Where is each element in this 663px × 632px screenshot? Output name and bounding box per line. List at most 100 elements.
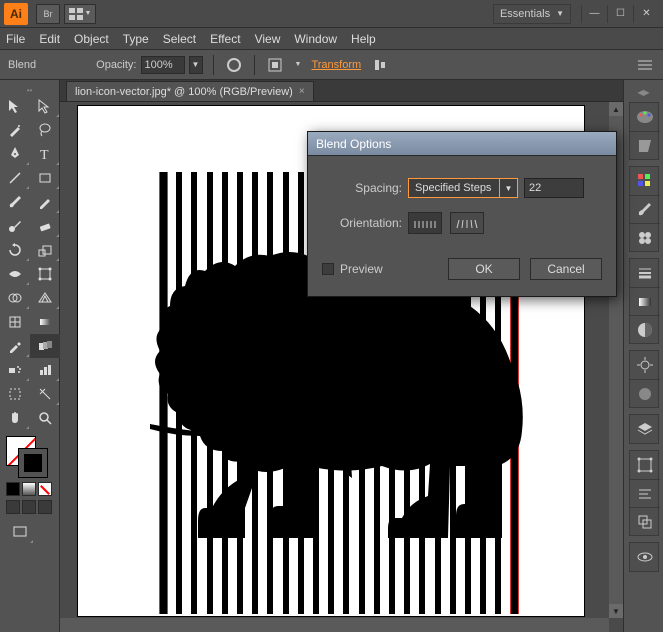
appearance-panel-button[interactable] [630, 351, 660, 379]
pen-tool[interactable] [0, 142, 30, 166]
hand-tool[interactable] [0, 406, 30, 430]
menu-view[interactable]: View [255, 32, 281, 46]
document-tab[interactable]: lion-icon-vector.jpg* @ 100% (RGB/Previe… [66, 81, 314, 101]
scale-tool[interactable] [30, 238, 60, 262]
preview-checkbox[interactable] [322, 263, 334, 275]
shape-builder-tool[interactable] [0, 286, 30, 310]
panel-dock: ◀▶ [623, 80, 663, 632]
draw-inside-button[interactable] [38, 500, 52, 514]
chevron-down-icon: ▼ [499, 179, 517, 197]
gradient-mode-button[interactable] [22, 482, 36, 496]
menu-effect[interactable]: Effect [210, 32, 240, 46]
isolate-button[interactable] [265, 55, 285, 75]
direct-selection-tool[interactable] [30, 94, 60, 118]
close-button[interactable]: ✕ [633, 5, 659, 23]
blend-tool[interactable] [30, 334, 60, 358]
symbols-panel-button[interactable] [630, 223, 660, 251]
pencil-tool[interactable] [30, 190, 60, 214]
align-button[interactable] [371, 55, 391, 75]
lasso-tool[interactable] [30, 118, 60, 142]
opacity-label: Opacity: [96, 59, 136, 71]
zoom-tool[interactable] [30, 406, 60, 430]
menu-help[interactable]: Help [351, 32, 376, 46]
toolbox: •• T [0, 80, 60, 632]
eraser-tool[interactable] [30, 214, 60, 238]
blob-brush-tool[interactable] [0, 214, 30, 238]
minimize-button[interactable]: — [581, 5, 607, 23]
scroll-up-button[interactable]: ▲ [609, 102, 623, 116]
grid-icon [69, 8, 83, 20]
brush-icon [636, 201, 654, 219]
bridge-button[interactable]: Br [36, 4, 60, 24]
width-tool[interactable] [0, 262, 30, 286]
dialog-titlebar[interactable]: Blend Options [308, 132, 616, 156]
panel-menu-button[interactable] [635, 55, 655, 75]
eyedropper-tool[interactable] [0, 334, 30, 358]
orientation-label: Orientation: [322, 216, 402, 230]
color-panel-button[interactable] [630, 103, 660, 131]
gradient-panel-button[interactable] [630, 287, 660, 315]
artboard-tool[interactable] [0, 382, 30, 406]
scroll-down-button[interactable]: ▼ [609, 604, 623, 618]
orientation-page-button[interactable] [408, 212, 442, 234]
steps-input[interactable] [524, 178, 584, 198]
workspace-switcher[interactable]: Essentials ▼ [493, 4, 571, 24]
stroke-swatch[interactable] [18, 448, 48, 478]
magic-wand-tool[interactable] [0, 118, 30, 142]
layers-icon [636, 420, 654, 438]
cancel-button[interactable]: Cancel [530, 258, 602, 280]
maximize-button[interactable]: ☐ [607, 5, 633, 23]
character-panel-button[interactable] [630, 543, 660, 571]
column-graph-tool[interactable] [30, 358, 60, 382]
free-transform-tool[interactable] [30, 262, 60, 286]
selection-tool[interactable] [0, 94, 30, 118]
none-mode-button[interactable] [38, 482, 52, 496]
mesh-tool[interactable] [0, 310, 30, 334]
color-mode-button[interactable] [6, 482, 20, 496]
menu-type[interactable]: Type [123, 32, 149, 46]
rectangle-tool[interactable] [30, 166, 60, 190]
transform-panel-button[interactable] [630, 451, 660, 479]
arrange-docs-button[interactable]: ▼ [64, 4, 96, 24]
brushes-panel-button[interactable] [630, 195, 660, 223]
ok-button[interactable]: OK [448, 258, 520, 280]
close-tab-button[interactable]: × [299, 86, 305, 97]
menu-select[interactable]: Select [163, 32, 196, 46]
swatches-panel-button[interactable] [630, 167, 660, 195]
menu-window[interactable]: Window [294, 32, 337, 46]
align-panel-button[interactable] [630, 479, 660, 507]
symbol-sprayer-tool[interactable] [0, 358, 30, 382]
fill-stroke-swatch[interactable] [6, 436, 48, 478]
dock-expand-button[interactable]: ◀▶ [629, 86, 659, 98]
rotate-tool[interactable] [0, 238, 30, 262]
slice-tool[interactable] [30, 382, 60, 406]
menu-edit[interactable]: Edit [39, 32, 60, 46]
color-guide-panel-button[interactable] [630, 131, 660, 159]
paintbrush-tool[interactable] [0, 190, 30, 214]
palette-icon [636, 108, 654, 126]
type-tool[interactable]: T [30, 142, 60, 166]
opacity-dropdown[interactable]: ▼ [189, 56, 203, 74]
line-tool[interactable] [0, 166, 30, 190]
perspective-grid-tool[interactable] [30, 286, 60, 310]
lines-icon [636, 264, 654, 282]
gradient-tool[interactable] [30, 310, 60, 334]
layers-panel-button[interactable] [630, 415, 660, 443]
graphic-styles-panel-button[interactable] [630, 379, 660, 407]
transform-link[interactable]: Transform [311, 59, 361, 71]
menu-object[interactable]: Object [74, 32, 109, 46]
screen-mode-button[interactable] [6, 520, 34, 544]
draw-normal-button[interactable] [6, 500, 20, 514]
draw-behind-button[interactable] [22, 500, 36, 514]
spacing-select[interactable]: Specified Steps ▼ [408, 178, 518, 198]
current-tool-label: Blend [8, 59, 36, 71]
horizontal-scrollbar[interactable] [60, 618, 609, 632]
recolor-artwork-button[interactable] [224, 55, 244, 75]
menu-file[interactable]: File [6, 32, 25, 46]
orientation-path-button[interactable] [450, 212, 484, 234]
toolbox-grip[interactable]: •• [0, 86, 59, 94]
stroke-panel-button[interactable] [630, 259, 660, 287]
pathfinder-panel-button[interactable] [630, 507, 660, 535]
transparency-panel-button[interactable] [630, 315, 660, 343]
opacity-input[interactable] [141, 56, 185, 74]
